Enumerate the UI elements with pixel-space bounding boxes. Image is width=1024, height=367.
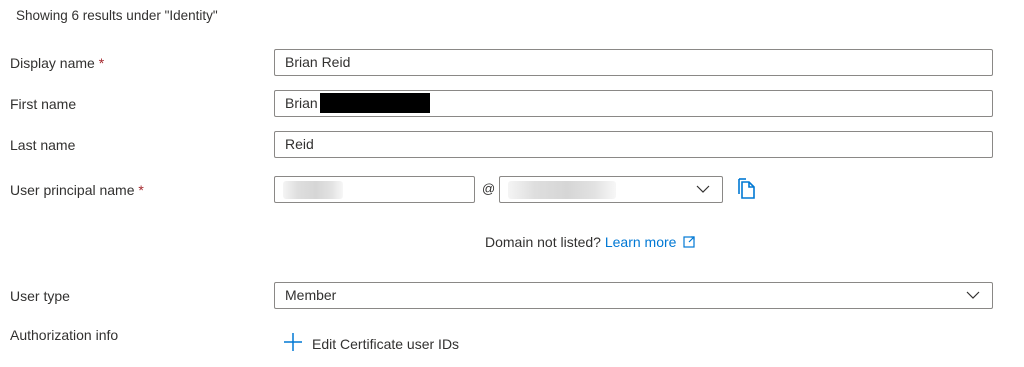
results-summary: Showing 6 results under "Identity" [16, 8, 218, 23]
first-name-value: Brian [285, 95, 318, 111]
upn-username-input[interactable] [274, 176, 475, 203]
chevron-down-icon [966, 283, 980, 308]
first-name-label: First name [10, 96, 77, 112]
first-name-input[interactable]: Brian [274, 90, 993, 117]
last-name-label: Last name [10, 137, 76, 153]
upn-label-text: User principal name [10, 182, 135, 198]
at-symbol: @ [482, 181, 496, 196]
required-marker: * [138, 182, 144, 198]
user-type-value: Member [285, 287, 337, 303]
upn-label: User principal name * [10, 182, 144, 198]
display-name-value: Brian Reid [285, 54, 351, 70]
domain-note-text: Domain not listed? [485, 234, 601, 250]
user-type-select[interactable]: Member [274, 282, 993, 309]
display-name-label: Display name * [10, 55, 104, 71]
copy-icon[interactable] [737, 178, 757, 205]
chevron-down-icon [696, 177, 710, 202]
user-type-label: User type [10, 288, 70, 304]
redaction-box [319, 92, 430, 113]
learn-more-link[interactable]: Learn more [605, 234, 677, 250]
edit-certificate-button[interactable]: Edit Certificate user IDs [284, 333, 459, 354]
display-name-input[interactable]: Brian Reid [274, 49, 993, 76]
external-link-icon[interactable] [683, 235, 696, 251]
display-name-label-text: Display name [10, 55, 95, 71]
plus-icon [284, 333, 302, 354]
authorization-label: Authorization info [10, 327, 119, 343]
edit-certificate-label: Edit Certificate user IDs [312, 335, 460, 352]
last-name-value: Reid [285, 136, 314, 152]
last-name-input[interactable]: Reid [274, 131, 993, 158]
blurred-value [283, 181, 343, 199]
upn-domain-select[interactable] [499, 176, 723, 203]
domain-note: Domain not listed? Learn more [485, 234, 696, 251]
required-marker: * [98, 55, 105, 71]
blurred-value [508, 181, 616, 199]
